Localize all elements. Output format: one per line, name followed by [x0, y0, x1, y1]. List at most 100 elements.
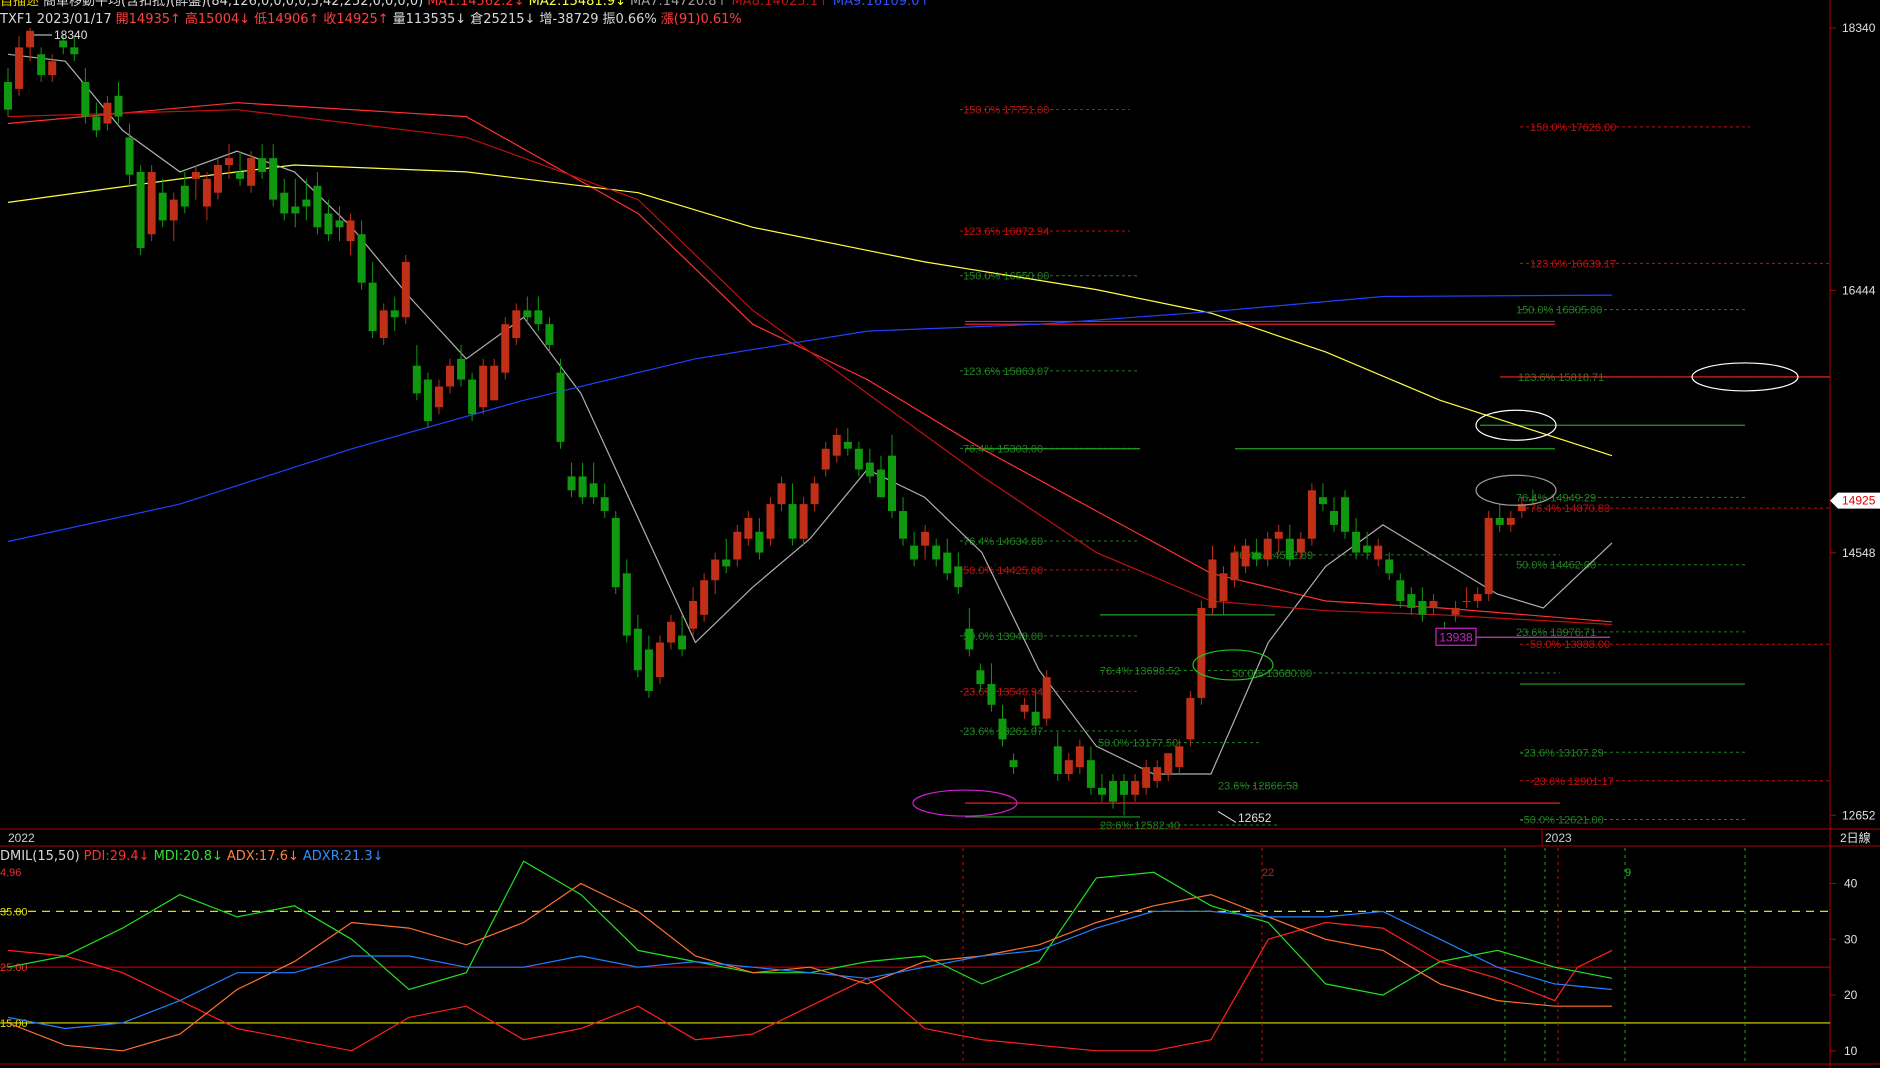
candle-body: [468, 379, 477, 415]
x-label-2022: 2022: [8, 831, 35, 845]
candle-body: [4, 81, 12, 110]
candle-body: [1506, 517, 1515, 525]
fib-label-24: 50.0% 13888.00: [1530, 639, 1610, 651]
candle-body: [280, 192, 289, 214]
candle-body: [1153, 767, 1162, 781]
candle-body: [1186, 697, 1195, 740]
candle-body: [799, 504, 808, 539]
candle-body: [1352, 531, 1361, 553]
candle-body: [213, 165, 222, 193]
candle-body: [1484, 517, 1493, 595]
candle-body: [1197, 607, 1206, 698]
candle-body: [225, 158, 233, 166]
candle-body: [1462, 601, 1471, 603]
fib-label-6: 50.0% 14425.00: [963, 565, 1043, 577]
candle-body: [180, 185, 189, 207]
candle-body: [512, 310, 521, 339]
candle-body: [70, 47, 79, 55]
candle-body: [1109, 780, 1117, 802]
candle-body: [15, 47, 24, 89]
candle-body: [1341, 497, 1350, 532]
candle-body: [1120, 780, 1129, 795]
candle-body: [921, 531, 930, 546]
candle-body: [269, 158, 278, 200]
candle-body: [26, 30, 35, 48]
candle-body: [545, 324, 554, 345]
candle-body: [247, 158, 256, 186]
dmi-line-pdi: [7, 921, 1613, 1052]
candle-body: [910, 545, 919, 560]
candle-body: [998, 718, 1007, 740]
high-label: 18340: [54, 28, 88, 42]
candle-body: [1219, 573, 1228, 602]
candle-body: [191, 171, 200, 179]
candle-body: [1363, 545, 1372, 553]
candle-body: [423, 379, 432, 422]
candle-body: [633, 628, 642, 671]
fib-label-7: 50.0% 13948.00: [963, 631, 1043, 643]
fib-label-27: -50.0% 12621.00: [1520, 815, 1604, 827]
candle-body: [1318, 497, 1327, 505]
price-tick-label-3: 12652: [1842, 808, 1876, 822]
candle-body: [202, 178, 211, 207]
fib-label-25: -23.6% 13107.29: [1520, 747, 1604, 759]
fib-label-17: 123.6% 16639.17: [1530, 258, 1616, 270]
candle-body: [401, 261, 410, 318]
price-tick-label-1: 16444: [1842, 283, 1876, 297]
x-label-2023: 2023: [1545, 831, 1572, 845]
fib-label-18: 150.0% 16305.00: [1516, 305, 1602, 317]
candle-body: [479, 365, 488, 408]
candle-body: [501, 324, 510, 373]
candle-body: [1473, 594, 1482, 602]
fib-label-21: 76.4% 14870.83: [1530, 503, 1610, 515]
price-tick-label-0: 18340: [1842, 21, 1876, 35]
candle-body: [1053, 746, 1062, 775]
candle-body: [1230, 552, 1239, 581]
low-label: 12652: [1238, 811, 1272, 825]
dmi-corner-value: 4.96: [0, 867, 21, 879]
candle-body: [1252, 552, 1261, 560]
candle-body: [313, 185, 322, 228]
candle-body: [490, 365, 499, 401]
candle-body: [390, 310, 399, 318]
candle-body: [37, 54, 46, 76]
candle-body: [700, 580, 709, 615]
candle-body: [655, 642, 664, 678]
candle-body: [136, 171, 145, 249]
candle-body: [446, 365, 454, 387]
candle-body: [1208, 559, 1217, 608]
candle-body: [147, 171, 156, 235]
dmi-tick-label-1: 30: [1844, 932, 1858, 946]
candle-body: [1020, 704, 1029, 712]
candle-body: [865, 462, 874, 477]
candle-body: [335, 220, 344, 228]
last-price-label: 14925: [1842, 494, 1876, 508]
candle-body: [943, 552, 952, 574]
candle-body: [678, 635, 687, 650]
candle-body: [1097, 787, 1106, 795]
candle-body: [954, 566, 963, 588]
candle-body: [1175, 746, 1184, 768]
fib-label-13: 23.6% 12582.40: [1100, 820, 1180, 832]
candle-body: [976, 670, 985, 685]
dmi-line-adxr: [7, 910, 1613, 1030]
candle-body: [1164, 753, 1173, 775]
candle-body: [346, 220, 355, 242]
dmi-tick-label-0: 40: [1844, 876, 1858, 890]
candle-body: [1495, 517, 1504, 525]
dmi-tick-label-2: 20: [1844, 988, 1858, 1002]
candle-body: [1396, 580, 1405, 602]
candle-body: [1285, 538, 1294, 560]
candle-body: [1418, 601, 1427, 615]
candle-body: [777, 483, 786, 505]
candle-body: [622, 573, 631, 636]
candle-body: [1451, 607, 1460, 615]
candle-body: [667, 621, 675, 643]
candle-body: [523, 310, 532, 318]
candle-body: [755, 531, 764, 553]
candle-body: [711, 559, 720, 581]
price-chart[interactable]: 18340 16444 14548 12652 150.0% 17751.00 123.6…: [0, 0, 1880, 1068]
candle-body: [722, 559, 731, 567]
candle-body: [357, 234, 366, 283]
dmi-level-label-2: 15.00: [0, 1018, 28, 1030]
